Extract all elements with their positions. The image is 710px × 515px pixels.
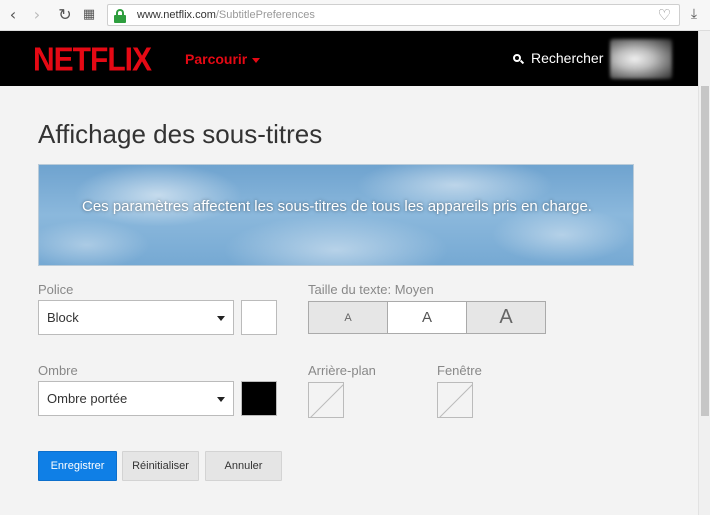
window-label: Fenêtre — [437, 363, 482, 378]
reset-button[interactable]: Réinitialiser — [122, 451, 199, 481]
page-scrollbar[interactable] — [698, 31, 710, 515]
reload-icon[interactable]: ↻ — [56, 6, 74, 24]
url-path: /SubtitlePreferences — [215, 9, 315, 21]
search-icon — [513, 54, 525, 65]
chevron-down-icon — [252, 57, 261, 63]
avatar[interactable] — [610, 39, 672, 79]
caret-down-icon — [217, 397, 225, 402]
font-color-swatch[interactable] — [241, 300, 277, 335]
text-size-large-button[interactable]: A — [466, 302, 545, 333]
apps-grid-icon[interactable]: ▦ — [80, 6, 98, 24]
site-header: NETFLIX Parcourir Rechercher — [0, 31, 698, 86]
search-label: Rechercher — [531, 50, 604, 66]
no-color-icon — [310, 384, 343, 417]
shadow-select[interactable]: Ombre portée — [38, 381, 234, 416]
search-button[interactable]: Rechercher — [513, 50, 603, 66]
lock-icon — [114, 9, 126, 23]
banner-text: Ces paramètres affectent les sous-titres… — [82, 198, 592, 215]
browse-label: Parcourir — [185, 51, 248, 67]
shadow-select-value: Ombre portée — [47, 391, 128, 406]
browser-toolbar: ‹ › ↻ ▦ www.netflix.com/SubtitlePreferen… — [0, 0, 710, 31]
font-label: Police — [38, 282, 74, 297]
shadow-label: Ombre — [38, 363, 78, 378]
scrollbar-thumb[interactable] — [701, 86, 709, 416]
background-label: Arrière-plan — [308, 363, 376, 378]
browse-menu[interactable]: Parcourir — [185, 51, 261, 67]
forward-icon[interactable]: › — [28, 6, 46, 24]
page-title: Affichage des sous-titres — [38, 119, 323, 149]
back-icon[interactable]: ‹ — [4, 6, 22, 24]
no-color-icon — [439, 384, 472, 417]
netflix-logo[interactable]: NETFLIX — [33, 42, 152, 79]
url-text: www.netflix.com/SubtitlePreferences — [137, 9, 315, 21]
font-select-value: Block — [47, 310, 79, 325]
window-color-swatch[interactable] — [437, 382, 473, 418]
cancel-button[interactable]: Annuler — [205, 451, 282, 481]
font-select[interactable]: Block — [38, 300, 234, 335]
info-banner: Ces paramètres affectent les sous-titres… — [38, 164, 634, 266]
text-size-selector: A A A — [308, 301, 546, 334]
shadow-color-swatch[interactable] — [241, 381, 277, 416]
text-size-label: Taille du texte: Moyen — [308, 282, 434, 297]
save-button[interactable]: Enregistrer — [38, 451, 117, 481]
address-bar[interactable]: www.netflix.com/SubtitlePreferences ♡ — [107, 4, 680, 26]
text-size-medium-button[interactable]: A — [387, 302, 466, 333]
text-size-small-button[interactable]: A — [309, 302, 387, 333]
download-icon[interactable]: ⤓ — [686, 6, 702, 24]
background-color-swatch[interactable] — [308, 382, 344, 418]
heart-icon[interactable]: ♡ — [658, 6, 671, 24]
caret-down-icon — [217, 316, 225, 321]
url-domain: www.netflix.com — [137, 9, 216, 21]
